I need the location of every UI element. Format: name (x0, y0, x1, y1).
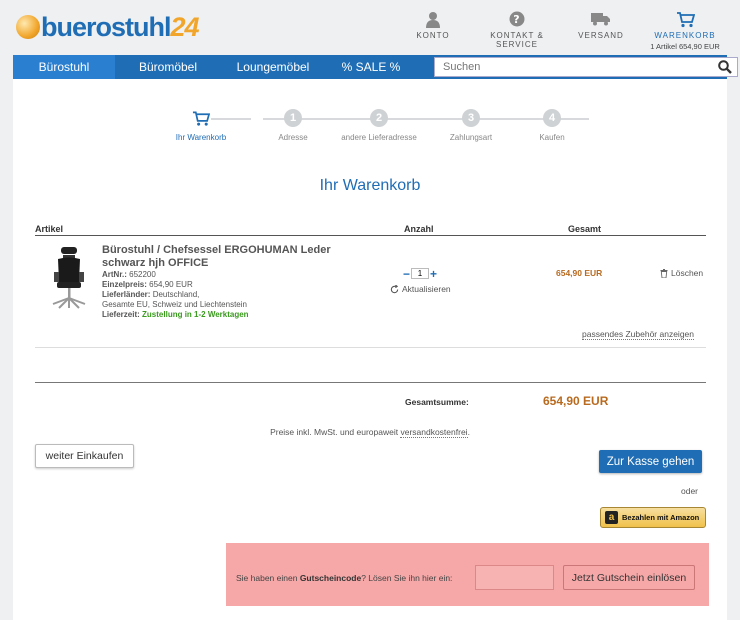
row-divider (35, 347, 706, 348)
accessories-link[interactable]: passendes Zubehör anzeigen (582, 329, 694, 340)
table-header-divider (35, 235, 706, 236)
refresh-icon (390, 284, 399, 293)
logo-text: buerostuhl (41, 11, 171, 42)
einzelpreis-value: 654,90 EUR (149, 280, 193, 289)
cart-summary: 1 Artikel 654,90 EUR (650, 42, 720, 51)
shipping-note-text: Preise inkl. MwSt. und europaweit (270, 427, 401, 437)
column-header-anzahl: Anzahl (404, 224, 434, 234)
product-details: ArtNr.: 652200 Einzelpreis: 654,90 EUR L… (102, 270, 249, 320)
checkout-button[interactable]: Zur Kasse gehen (599, 450, 702, 473)
step-number: 3 (462, 109, 480, 127)
shipping-note: Preise inkl. MwSt. und europaweit versan… (13, 427, 727, 438)
main-menu: Bürostuhl Büromöbel Loungemöbel % SALE % (13, 55, 738, 79)
redeem-voucher-button[interactable]: Jetzt Gutschein einlösen (563, 565, 695, 590)
step-label: Zahlungsart (449, 133, 493, 142)
amazon-pay-label: Bezahlen mit Amazon (622, 513, 700, 522)
product-image[interactable] (49, 246, 89, 310)
lieferlaender-label: Lieferländer: (102, 290, 151, 299)
menu-item-buerostuhl[interactable]: Bürostuhl (13, 55, 115, 79)
voucher-panel: Sie haben einen Gutscheincode? Lösen Sie… (226, 543, 709, 606)
delete-link[interactable]: Löschen (660, 268, 703, 278)
continue-shopping-button[interactable]: weiter Einkaufen (35, 444, 134, 468)
minus-icon[interactable]: − (402, 268, 411, 280)
shipping-free-link[interactable]: versandkostenfrei (400, 427, 468, 438)
step-zahlungsart: 3 Zahlungsart (426, 109, 516, 142)
delete-label: Löschen (671, 268, 704, 278)
summary-divider (35, 382, 706, 383)
search-box (434, 57, 738, 77)
step-label: Adresse (278, 133, 308, 142)
cart-step-icon (192, 109, 210, 127)
nav-kontakt-service[interactable]: ? KONTAKT & SERVICE (484, 10, 550, 49)
step-number: 1 (284, 109, 302, 127)
artnr-label: ArtNr.: (102, 270, 127, 279)
step-number: 2 (370, 109, 388, 127)
lieferzeit-value: Zustellung in 1-2 Werktagen (142, 310, 249, 319)
step-adresse: 1 Adresse (248, 109, 338, 142)
or-label: oder (681, 486, 699, 496)
step-number: 4 (543, 109, 561, 127)
step-kaufen: 4 Kaufen (507, 109, 597, 142)
lieferlaender-value-2: Gesamte EU, Schweiz und Liechtenstein (102, 300, 247, 309)
voucher-text-bold: Gutscheincode (299, 573, 362, 583)
quantity-stepper: − + (402, 268, 438, 280)
nav-warenkorb[interactable]: WARENKORB 1 Artikel 654,90 EUR (644, 10, 726, 51)
total-label: Gesamtsumme: (405, 397, 469, 407)
search-icon[interactable] (713, 60, 737, 74)
help-icon: ? (509, 10, 525, 28)
lieferlaender-value: Deutschland, (152, 290, 200, 299)
column-header-artikel: Artikel (35, 224, 64, 234)
truck-icon (591, 10, 611, 28)
column-header-gesamt: Gesamt (568, 224, 602, 234)
voucher-text-1: Sie haben einen (236, 573, 300, 583)
voucher-input[interactable] (475, 565, 554, 590)
nav-versand[interactable]: VERSAND (575, 10, 627, 40)
refresh-link[interactable]: Aktualisieren (390, 284, 451, 294)
refresh-label: Aktualisieren (402, 284, 451, 294)
product-title[interactable]: Bürostuhl / Chefsessel ERGOHUMAN Leder s… (102, 244, 362, 270)
step-label: Kaufen (539, 133, 565, 142)
logo-ball-icon (16, 15, 40, 39)
nav-konto[interactable]: KONTO (411, 10, 455, 40)
nav-versand-label: VERSAND (578, 31, 624, 40)
voucher-prompt: Sie haben einen Gutscheincode? Lösen Sie… (236, 573, 452, 583)
einzelpreis-label: Einzelpreis: (102, 280, 147, 289)
shipping-note-end: . (467, 427, 470, 437)
logo-suffix: 24 (170, 11, 200, 42)
nav-konto-label: KONTO (416, 31, 450, 40)
menu-item-bueromoebel[interactable]: Büromöbel (115, 55, 221, 79)
menu-item-sale[interactable]: % SALE % (325, 55, 417, 79)
checkout-steps: Ihr Warenkorb 1 Adresse 2 andere Liefera… (13, 109, 727, 149)
nav-warenkorb-label: WARENKORB (654, 31, 716, 40)
cart-content: Ihr Warenkorb 1 Adresse 2 andere Liefera… (13, 79, 727, 620)
line-total: 654,90 EUR (556, 268, 603, 278)
lieferzeit-label: Lieferzeit: (102, 310, 140, 319)
brand-logo[interactable]: buerostuhl 24 (16, 11, 200, 42)
step-lieferadresse: 2 andere Lieferadresse (334, 109, 424, 142)
artnr-value: 652200 (129, 270, 156, 279)
plus-icon[interactable]: + (429, 268, 438, 280)
trash-icon (660, 268, 668, 278)
amazon-icon: a (605, 511, 618, 524)
step-label: andere Lieferadresse (341, 133, 417, 142)
svg-text:?: ? (513, 13, 520, 26)
step-warenkorb: Ihr Warenkorb (156, 109, 246, 142)
user-icon (426, 10, 440, 28)
cart-icon (676, 10, 695, 28)
nav-kontakt-label: KONTAKT & SERVICE (490, 31, 544, 49)
total-value: 654,90 EUR (543, 394, 609, 408)
amazon-pay-button[interactable]: a Bezahlen mit Amazon (600, 507, 706, 528)
menu-item-loungemoebel[interactable]: Loungemöbel (221, 55, 325, 79)
page-title: Ihr Warenkorb (319, 177, 421, 194)
search-input[interactable] (435, 58, 713, 76)
quantity-input[interactable] (411, 268, 429, 279)
step-label: Ihr Warenkorb (175, 133, 227, 142)
voucher-text-2: ? Lösen Sie ihn hier ein: (361, 573, 453, 583)
